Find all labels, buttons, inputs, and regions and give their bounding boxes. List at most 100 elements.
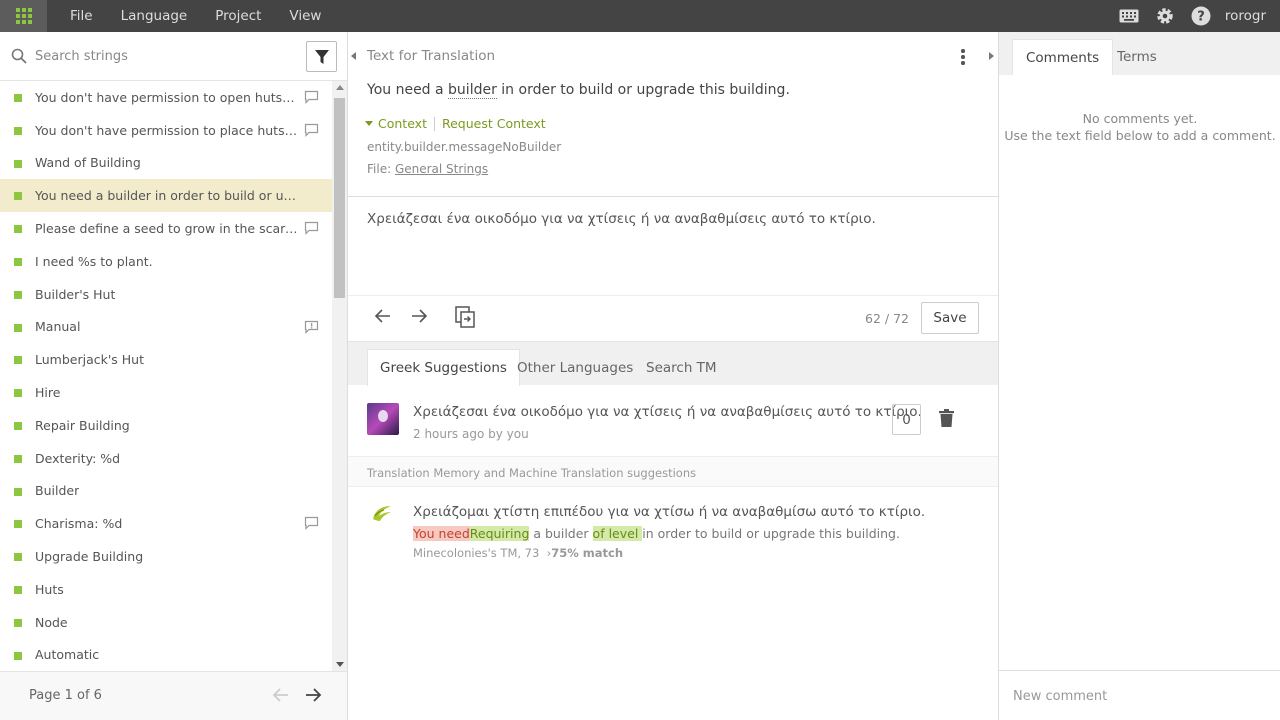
- context-toggle[interactable]: Context: [378, 116, 427, 131]
- status-dot: [14, 159, 22, 168]
- file-link[interactable]: General Strings: [395, 162, 488, 176]
- save-button[interactable]: Save: [921, 302, 979, 334]
- source-text: You need a builder in order to build or …: [367, 82, 790, 99]
- string-item[interactable]: Charisma: %d: [0, 507, 332, 540]
- string-item-selected[interactable]: You need a builder in order to build or …: [0, 179, 332, 213]
- string-item[interactable]: Huts: [0, 573, 332, 606]
- status-dot: [14, 585, 22, 594]
- status-dot: [14, 126, 22, 135]
- string-item[interactable]: Repair Building: [0, 409, 332, 442]
- string-text: Manual: [35, 319, 81, 335]
- tab-greek-suggestions[interactable]: Greek Suggestions: [367, 349, 520, 386]
- string-item[interactable]: Upgrade Building: [0, 540, 332, 573]
- apps-menu-button[interactable]: [0, 0, 47, 32]
- status-dot: [14, 421, 22, 430]
- string-list: You don't have permission to open huts i…: [0, 81, 332, 671]
- more-options-icon[interactable]: [961, 49, 965, 67]
- arrow-right-icon: [306, 688, 322, 702]
- new-comment-input[interactable]: [1013, 685, 1268, 707]
- issue-comment-icon: [304, 320, 319, 338]
- comments-panel: Comments Terms No comments yet. Use the …: [998, 32, 1280, 720]
- scroll-down-arrow-icon[interactable]: [336, 662, 344, 667]
- help-icon[interactable]: ?: [1191, 6, 1211, 26]
- tm-header-text: Translation Memory and Machine Translati…: [367, 466, 697, 480]
- tab-comments[interactable]: Comments: [1012, 39, 1114, 75]
- vote-count[interactable]: 0: [892, 404, 921, 435]
- top-right-controls: ? rorogr: [1103, 0, 1266, 32]
- string-item[interactable]: You don't have permission to open huts i…: [0, 81, 332, 114]
- string-key: entity.builder.messageNoBuilder: [367, 140, 562, 154]
- status-dot: [14, 454, 22, 463]
- status-dot: [14, 94, 22, 102]
- status-dot: [14, 389, 22, 398]
- string-item[interactable]: I need %s to plant.: [0, 245, 332, 278]
- tm-meta: Minecolonies's TM, 73 ›75% match: [413, 546, 624, 560]
- tm-suggestion-text: Χρειάζομαι χτίστη επιπέδου για να χτίσω …: [413, 504, 926, 520]
- suggestion-meta: 2 hours ago by you: [413, 427, 529, 441]
- copy-source-button[interactable]: [455, 306, 475, 328]
- string-item[interactable]: Manual: [0, 311, 332, 344]
- request-context-link[interactable]: Request Context: [442, 116, 546, 131]
- tab-search-tm[interactable]: Search TM: [634, 349, 729, 386]
- suggestion-text[interactable]: Χρειάζεσαι ένα οικοδόμο για να χτίσεις ή…: [413, 404, 922, 420]
- string-item[interactable]: Please define a seed to grow in the scar…: [0, 212, 332, 245]
- tab-terms[interactable]: Terms: [1104, 39, 1170, 75]
- string-text: Upgrade Building: [35, 549, 144, 565]
- string-item[interactable]: Node: [0, 606, 332, 639]
- search-input[interactable]: [35, 45, 285, 67]
- string-item[interactable]: Builder: [0, 475, 332, 508]
- comments-tabs: Comments Terms: [999, 32, 1280, 75]
- apps-grid-icon: [15, 8, 32, 24]
- previous-page-button[interactable]: [272, 687, 290, 707]
- status-dot: [14, 323, 22, 332]
- menu-project[interactable]: Project: [215, 8, 261, 24]
- tm-section-header: Translation Memory and Machine Translati…: [348, 457, 998, 487]
- delete-suggestion-button[interactable]: [939, 409, 954, 431]
- trash-icon: [939, 409, 954, 427]
- filter-icon: [314, 49, 329, 64]
- string-text: Charisma: %d: [35, 516, 123, 532]
- string-item[interactable]: Lumberjack's Hut: [0, 343, 332, 376]
- source-header: Text for Translation: [367, 48, 496, 64]
- string-item[interactable]: Hire: [0, 376, 332, 409]
- menu-language[interactable]: Language: [121, 8, 188, 24]
- status-dot: [14, 553, 22, 562]
- page-indicator: Page 1 of 6: [29, 688, 102, 703]
- string-item[interactable]: You don't have permission to place huts …: [0, 114, 332, 147]
- string-text: Huts: [35, 581, 64, 597]
- status-dot: [14, 192, 22, 201]
- string-item[interactable]: Dexterity: %d: [0, 442, 332, 475]
- previous-string-button[interactable]: [374, 308, 392, 324]
- menu-view[interactable]: View: [289, 8, 321, 24]
- caret-down-icon[interactable]: [365, 121, 373, 126]
- avatar: [367, 403, 399, 435]
- menu-file[interactable]: File: [70, 8, 93, 24]
- scroll-up-arrow-icon[interactable]: [336, 85, 344, 90]
- username[interactable]: rorogr: [1225, 8, 1266, 24]
- gear-icon[interactable]: [1155, 6, 1175, 26]
- string-item[interactable]: Wand of Building: [0, 147, 332, 180]
- arrow-left-icon: [272, 688, 288, 702]
- string-list-scrollbar[interactable]: [332, 81, 347, 671]
- keyboard-icon[interactable]: [1119, 9, 1139, 23]
- editor-toolbar: 62 / 72 Save: [348, 296, 998, 341]
- translation-textarea[interactable]: Χρειάζεσαι ένα οικοδόμο για να χτίσεις ή…: [348, 198, 998, 296]
- new-comment-box: [999, 670, 1280, 720]
- status-dot: [14, 618, 22, 627]
- string-item[interactable]: Automatic: [0, 639, 332, 671]
- strings-panel: You don't have permission to open huts i…: [0, 32, 348, 720]
- scroll-thumb[interactable]: [334, 98, 345, 298]
- string-text: Dexterity: %d: [35, 450, 121, 466]
- arrow-left-icon: [374, 309, 390, 323]
- glossary-term[interactable]: builder: [448, 82, 497, 99]
- next-page-button[interactable]: [304, 687, 322, 707]
- next-string-button[interactable]: [410, 308, 428, 324]
- search-icon: [11, 48, 27, 68]
- filter-button[interactable]: [306, 41, 337, 72]
- tab-other-languages[interactable]: Other Languages: [505, 349, 645, 386]
- comment-icon: [304, 123, 319, 141]
- source-section: Text for Translation You need a builder …: [348, 32, 998, 197]
- string-item[interactable]: Builder's Hut: [0, 278, 332, 311]
- tm-suggestion[interactable]: Χρειάζομαι χτίστη επιπέδου για να χτίσω …: [348, 488, 998, 568]
- empty-comments-message: No comments yet. Use the text field belo…: [1004, 111, 1276, 143]
